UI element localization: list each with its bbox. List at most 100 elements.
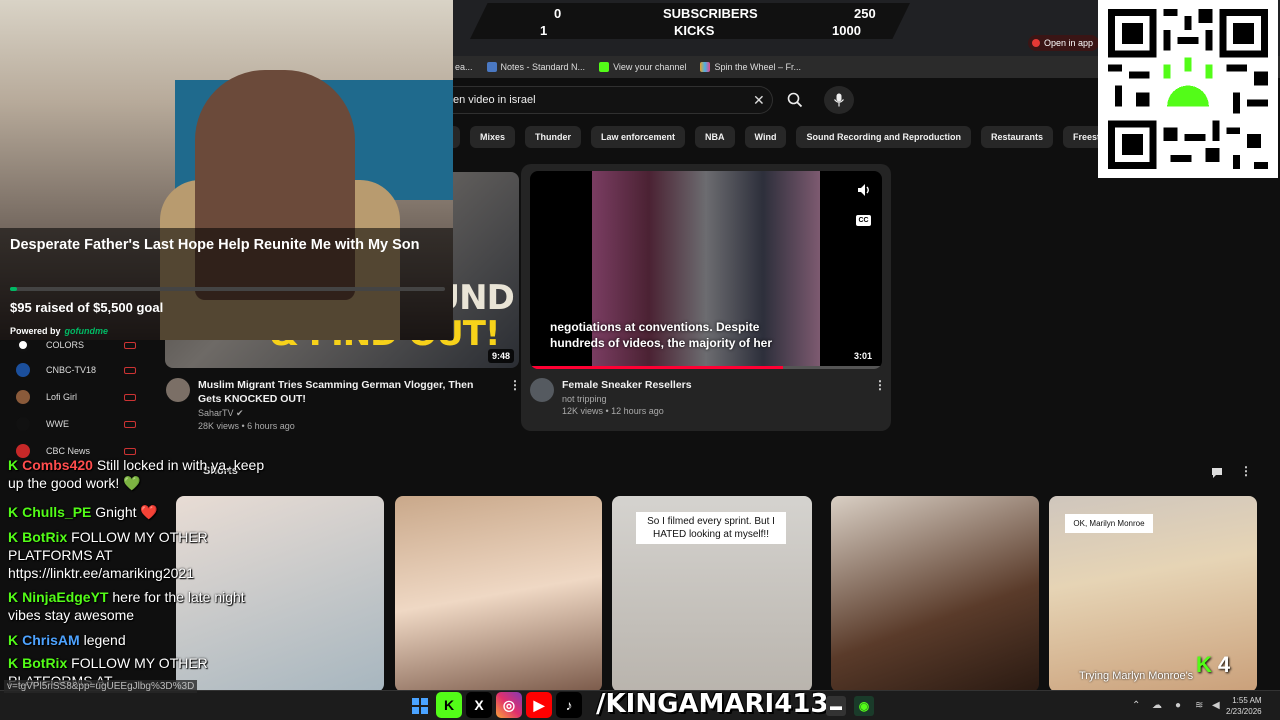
- more-options-icon[interactable]: ⋮: [509, 378, 521, 392]
- more-options-icon[interactable]: ⋮: [874, 378, 886, 392]
- kick-badge-icon: K: [8, 589, 19, 605]
- video-stats: 12K views • 12 hours ago: [562, 406, 664, 416]
- video-title[interactable]: Muslim Migrant Tries Scamming German Vlo…: [198, 378, 498, 406]
- sidebar-item-lofi[interactable]: Lofi Girl: [16, 390, 77, 404]
- shorts-feedback-icon[interactable]: [1210, 465, 1224, 479]
- short-thumbnail[interactable]: [831, 496, 1039, 692]
- shorts-more-icon[interactable]: ⋮: [1240, 464, 1252, 478]
- tiktok-icon: ♪: [556, 692, 582, 718]
- kick-badge-icon: K: [8, 655, 19, 671]
- gofundme-raised: $95 raised of $5,500 goal: [10, 300, 164, 315]
- kick-badge-icon: K: [8, 457, 19, 473]
- chat-username: Combs420: [22, 457, 93, 473]
- chat-message: K ChrisAM legend: [8, 631, 278, 649]
- chat-message: KBotRix FOLLOW MY OTHER PLATFORMS AT htt…: [8, 528, 278, 582]
- volume-icon[interactable]: [856, 182, 872, 198]
- search-query: en video in israel: [453, 94, 536, 106]
- short-thumbnail[interactable]: So I filmed every sprint. But I HATED lo…: [612, 496, 812, 692]
- chat-username: NinjaEdgeYT: [22, 589, 109, 605]
- bookmark-item[interactable]: View your channel: [599, 62, 686, 72]
- kick-badge-icon: K: [8, 529, 19, 545]
- status-bar-url: v=tgVPl5riSS8&pp=ugUEEgJlbg%3D%3D: [4, 680, 198, 693]
- open-in-app-button[interactable]: Open in app: [1028, 35, 1100, 51]
- streamer-handle: /KINGAMARI413: [596, 689, 829, 719]
- wheel-icon: [700, 62, 711, 72]
- video-duration: 9:48: [487, 349, 514, 363]
- bookmark-item[interactable]: Spin the Wheel – Fr...: [700, 62, 801, 72]
- tray-app-icon[interactable]: ☁: [1152, 700, 1162, 711]
- chip[interactable]: Thunder: [525, 126, 582, 148]
- search-input[interactable]: en video in israel ✕: [453, 86, 773, 114]
- windows-logo-icon: [412, 698, 428, 714]
- video-meta: Muslim Migrant Tries Scamming German Vlo…: [198, 378, 498, 431]
- short-overlay-text: OK, Marilyn Monroe: [1065, 514, 1153, 533]
- chip[interactable]: Restaurants: [980, 126, 1053, 148]
- search-icon: [787, 92, 803, 108]
- live-indicator-icon: [124, 448, 136, 455]
- kicks-label: KICKS: [674, 23, 715, 38]
- short-thumbnail[interactable]: [395, 496, 602, 692]
- bookmark-item[interactable]: ea...: [455, 62, 473, 72]
- captions-button[interactable]: CC: [856, 215, 871, 226]
- chip[interactable]: NBA: [695, 126, 735, 148]
- channel-icon: [16, 417, 30, 431]
- subs-goal: 250: [854, 6, 876, 21]
- chat-message: K Combs420 Still locked in with ya, keep …: [8, 456, 278, 492]
- sidebar-item-wwe[interactable]: WWE: [16, 417, 69, 431]
- channel-icon: [16, 363, 30, 377]
- chip[interactable]: Law enforcement: [591, 126, 686, 148]
- taskbar-app-icon[interactable]: ▬: [826, 696, 846, 716]
- volume-icon[interactable]: ◀: [1212, 700, 1220, 711]
- bookmark-item[interactable]: Notes - Standard N...: [486, 62, 585, 72]
- kicks-current: 1: [540, 23, 548, 38]
- voice-search-button[interactable]: [824, 86, 854, 114]
- tray-chevron-icon[interactable]: ⌃: [1132, 700, 1140, 711]
- tray-mic-icon[interactable]: ●: [1175, 700, 1181, 711]
- channel-avatar[interactable]: [530, 378, 554, 402]
- sidebar-item-colors[interactable]: COLORS: [16, 338, 84, 352]
- gofundme-title: Desperate Father's Last Hope Help Reunit…: [10, 237, 420, 253]
- preview-progress: [530, 366, 882, 369]
- kick-badge-icon: K: [8, 504, 19, 520]
- short-overlay-text: So I filmed every sprint. But I HATED lo…: [636, 512, 786, 544]
- taskbar-app-icon[interactable]: ◉: [854, 696, 874, 716]
- progress-fill: [530, 366, 784, 369]
- x-twitter-icon: X: [466, 692, 492, 718]
- sidebar-item-cnbc[interactable]: CNBC-TV18: [16, 363, 96, 377]
- subs-label: SUBSCRIBERS: [663, 6, 758, 21]
- filter-chips: Mixes Thunder Law enforcement NBA Wind S…: [453, 126, 1143, 148]
- channel-avatar[interactable]: [166, 378, 190, 402]
- windows-start-icon[interactable]: [410, 696, 430, 716]
- search-button[interactable]: [775, 86, 815, 114]
- gofundme-progress-fill: [10, 287, 18, 291]
- gofundme-powered: Powered by gofundme: [10, 326, 109, 336]
- wifi-icon[interactable]: ≋: [1195, 700, 1203, 711]
- chat-message: K Chulls_PE Gnight ❤️: [8, 503, 278, 521]
- video-duration: 3:01: [849, 349, 876, 363]
- preview-caption: negotiations at conventions. Despite hun…: [550, 320, 773, 350]
- kick-badge-icon: K: [8, 632, 19, 648]
- channel-name[interactable]: SaharTV ✔: [198, 408, 498, 419]
- video-preview[interactable]: negotiations at conventions. Despite hun…: [530, 171, 882, 369]
- notes-icon: [486, 62, 497, 72]
- clear-search-icon[interactable]: ✕: [753, 92, 765, 109]
- video-title[interactable]: Female Sneaker Resellers: [562, 378, 862, 392]
- qr-code-image: [1101, 2, 1275, 176]
- chip[interactable]: Mixes: [470, 126, 516, 148]
- chat-username: Chulls_PE: [22, 504, 92, 520]
- chip-partial[interactable]: [453, 126, 460, 148]
- system-clock[interactable]: 1:55 AM 2/23/2026: [1226, 695, 1262, 717]
- chat-username: ChrisAM: [22, 632, 80, 648]
- kick-icon: [599, 62, 610, 72]
- instagram-icon: ◎: [496, 692, 522, 718]
- channel-icon: [16, 338, 30, 352]
- channel-name[interactable]: not tripping: [562, 394, 862, 404]
- chip[interactable]: Sound Recording and Reproduction: [796, 126, 971, 148]
- gofundme-progress: [10, 287, 445, 291]
- chip[interactable]: Wind: [744, 126, 787, 148]
- video-meta: Female Sneaker Resellers not tripping 12…: [562, 378, 862, 416]
- stream-screen: { "kick_stats": { "subs_current": "0", "…: [0, 0, 1280, 720]
- subs-current: 0: [554, 6, 562, 21]
- live-indicator-icon: [124, 367, 136, 374]
- channel-icon: [16, 390, 30, 404]
